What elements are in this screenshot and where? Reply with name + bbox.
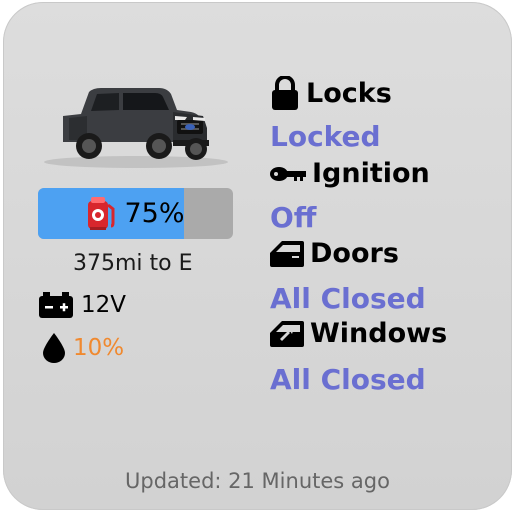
oil-life: 10%	[73, 335, 125, 361]
doors-value: All Closed	[270, 282, 426, 315]
battery-icon	[39, 292, 73, 318]
window-icon	[270, 320, 304, 347]
ignition-label: Ignition	[270, 158, 430, 189]
fuel-pump-icon	[88, 196, 115, 230]
oil-status: 10%	[43, 333, 124, 363]
fuel-percent: 75%	[124, 198, 185, 229]
locks-label-text: Locks	[306, 77, 392, 109]
door-icon	[270, 240, 304, 267]
windows-value: All Closed	[270, 363, 426, 396]
windows-label-text: Windows	[310, 318, 448, 349]
battery-voltage: 12V	[81, 292, 127, 318]
locks-value: Locked	[270, 120, 381, 153]
last-updated: Updated: 21 Minutes ago	[125, 469, 390, 493]
windows-label: Windows	[270, 318, 447, 349]
battery-status: 12V	[39, 292, 126, 318]
doors-label-text: Doors	[310, 238, 399, 269]
vehicle-image	[44, 88, 228, 168]
ignition-value: Off	[270, 201, 317, 234]
doors-label: Doors	[270, 238, 399, 269]
vehicle-status-widget[interactable]: 75% 375mi to E 12V 10% Locks Locked Igni…	[3, 2, 512, 510]
key-icon	[270, 166, 306, 181]
ignition-label-text: Ignition	[312, 158, 430, 189]
fuel-level-bar: 75%	[38, 188, 233, 239]
locks-label: Locks	[270, 76, 392, 110]
range-text: 375mi to E	[73, 251, 193, 276]
oil-drop-icon	[43, 333, 65, 363]
lock-icon	[272, 76, 298, 110]
